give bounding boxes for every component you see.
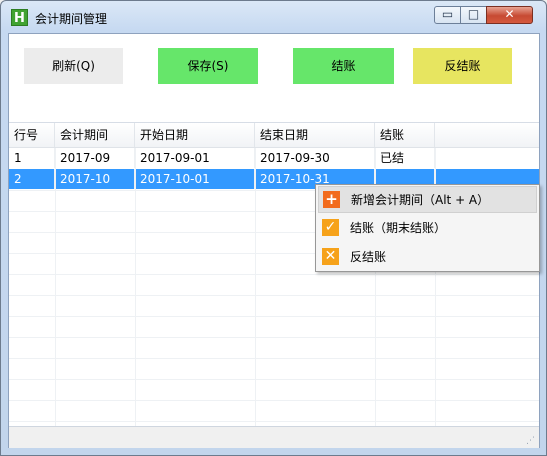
grid-line	[9, 274, 539, 275]
grid-line	[9, 358, 539, 359]
grid-line	[9, 295, 539, 296]
cell-period: 2017-10	[55, 169, 135, 189]
window-title: 会计期间管理	[35, 12, 108, 26]
cross-icon: ✕	[322, 248, 339, 265]
cell-end-date: 2017-09-30	[255, 148, 375, 168]
unclose-period-button[interactable]: 反结账	[413, 48, 512, 84]
minimize-button[interactable]: ▭	[434, 6, 461, 24]
menu-item-add-period[interactable]: + 新增会计期间（Alt + A）	[318, 186, 537, 213]
column-header-end-date[interactable]: 结束日期	[255, 123, 375, 147]
menu-item-label: 新增会计期间（Alt + A）	[351, 193, 490, 207]
menu-item-label: 结账（期末结账）	[350, 221, 447, 235]
check-icon: ✓	[322, 219, 339, 236]
cell-closed: 已结	[375, 148, 435, 168]
menu-item-label: 反结账	[350, 250, 387, 264]
cell-row-number: 1	[9, 148, 55, 168]
period-grid[interactable]: 行号 会计期间 开始日期 结束日期 结账 1 2017-09 2017-09-0…	[9, 122, 539, 427]
toolbar: 刷新(Q) 保存(S) 结账 反结账	[9, 34, 539, 122]
app-logo-icon: H	[11, 9, 28, 26]
plus-icon: +	[323, 191, 340, 208]
title-bar[interactable]: H 会计期间管理 ▭ □ ✕	[1, 1, 546, 33]
grid-line	[9, 316, 539, 317]
grid-header: 行号 会计期间 开始日期 结束日期 结账	[9, 123, 539, 148]
main-window: H 会计期间管理 ▭ □ ✕ 刷新(Q) 保存(S) 结账 反结账 行号 会计期…	[0, 0, 547, 456]
grid-column-line	[55, 148, 56, 427]
column-header-closed[interactable]: 结账	[375, 123, 435, 147]
grid-line	[9, 379, 539, 380]
column-header-start-date[interactable]: 开始日期	[135, 123, 255, 147]
grid-column-line	[135, 148, 136, 427]
column-header-period[interactable]: 会计期间	[55, 123, 135, 147]
cell-row-number: 2	[9, 169, 55, 189]
resize-grip-icon[interactable]: ⋰	[526, 436, 536, 446]
grid-line	[9, 421, 539, 422]
menu-item-close-period[interactable]: ✓ 结账（期末结账）	[318, 215, 537, 242]
cell-start-date: 2017-10-01	[135, 169, 255, 189]
grid-column-line	[255, 148, 256, 427]
cell-period: 2017-09	[55, 148, 135, 168]
save-button[interactable]: 保存(S)	[158, 48, 258, 84]
status-bar: ⋰	[9, 426, 539, 448]
close-period-button[interactable]: 结账	[293, 48, 394, 84]
table-row[interactable]: 1 2017-09 2017-09-01 2017-09-30 已结	[9, 148, 539, 168]
menu-item-unclose-period[interactable]: ✕ 反结账	[318, 244, 537, 271]
context-menu: + 新增会计期间（Alt + A） ✓ 结账（期末结账） ✕ 反结账	[315, 184, 540, 272]
close-window-button[interactable]: ✕	[486, 6, 533, 24]
grid-line	[9, 337, 539, 338]
maximize-button[interactable]: □	[460, 6, 487, 24]
cell-start-date: 2017-09-01	[135, 148, 255, 168]
refresh-button[interactable]: 刷新(Q)	[24, 48, 123, 84]
grid-line	[9, 400, 539, 401]
column-header-row-number[interactable]: 行号	[9, 123, 55, 147]
